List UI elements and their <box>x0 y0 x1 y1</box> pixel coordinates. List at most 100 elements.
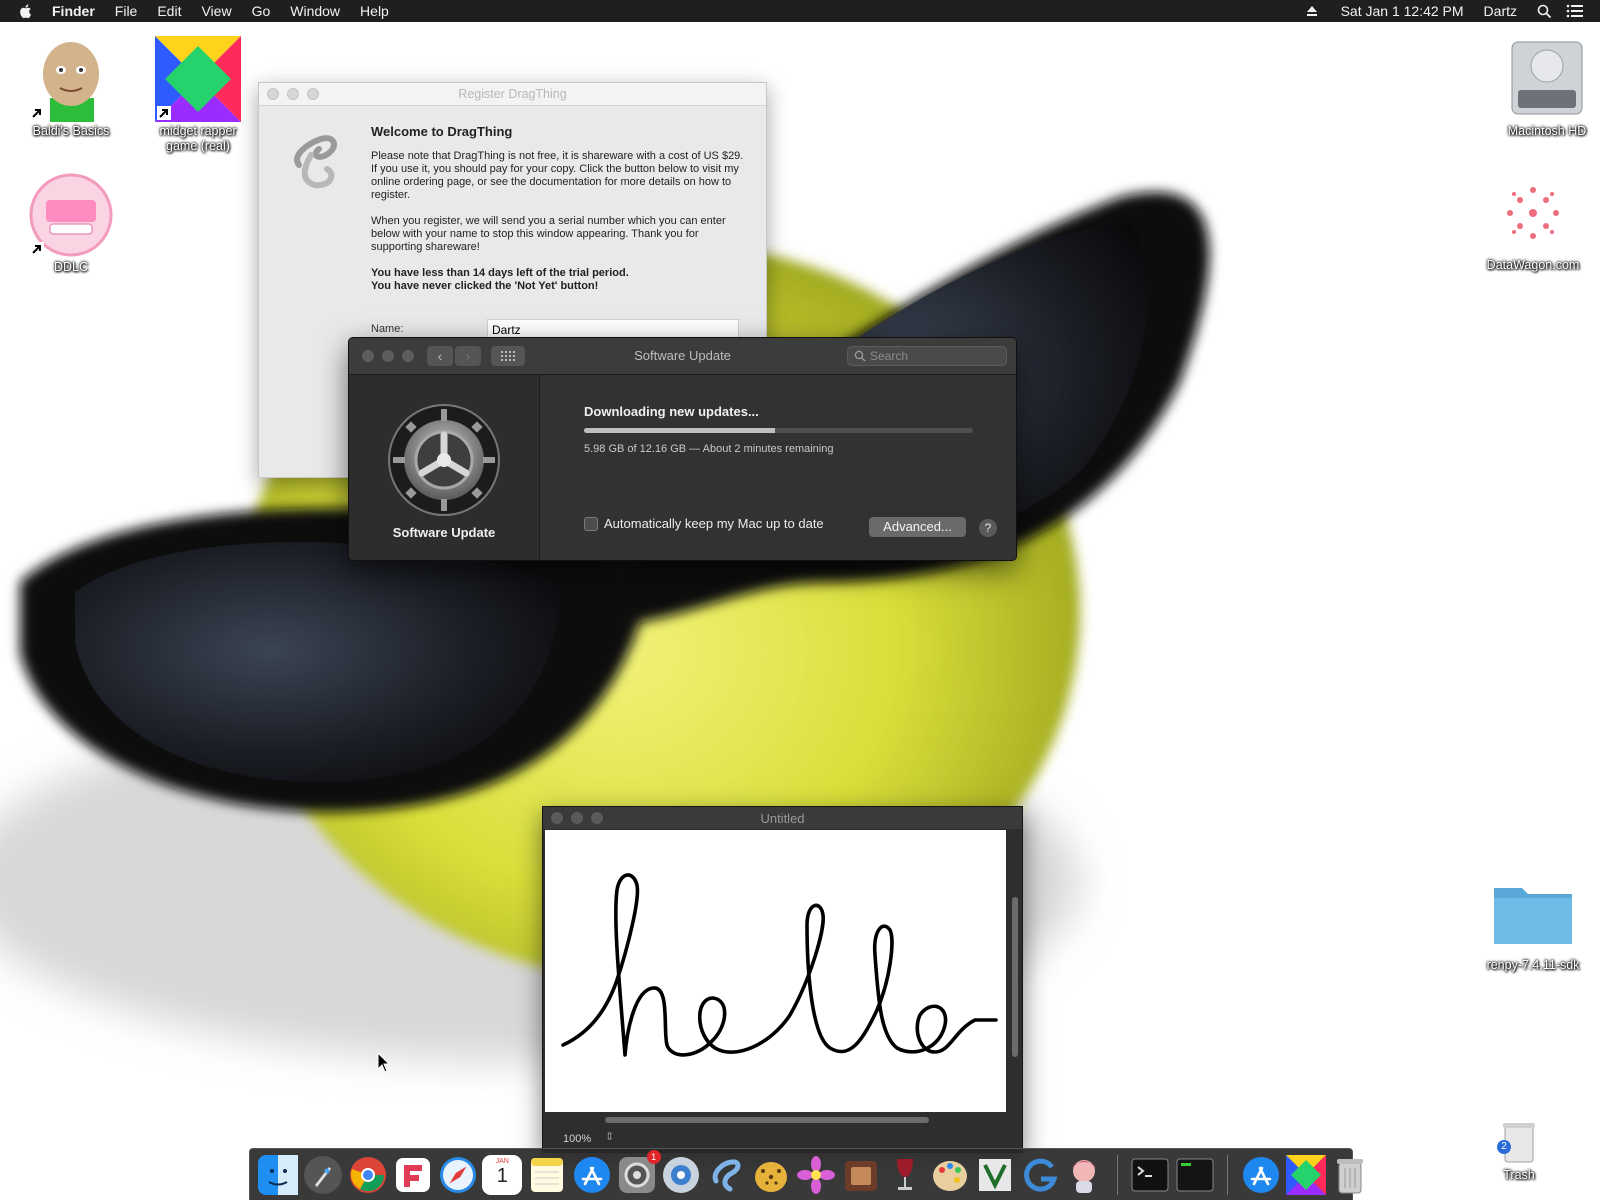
alias-arrow-icon <box>30 106 44 120</box>
menu-help[interactable]: Help <box>350 0 399 22</box>
ddlc-icon <box>28 172 114 258</box>
menu-go[interactable]: Go <box>242 0 281 22</box>
menu-app-name[interactable]: Finder <box>42 0 105 22</box>
progress-fill <box>584 428 775 433</box>
desktop-icon-baldi[interactable]: Baldi's Basics <box>16 36 126 139</box>
menu-window[interactable]: Window <box>280 0 350 22</box>
dock-separator <box>1227 1154 1229 1195</box>
notes-icon <box>531 1157 564 1192</box>
untitled-drawing-window[interactable]: Untitled 100% ⇕ <box>542 806 1023 1153</box>
auto-update-option[interactable]: Automatically keep my Mac up to date <box>584 516 824 531</box>
menu-file[interactable]: File <box>105 0 148 22</box>
dock-anime-app[interactable] <box>1064 1155 1104 1195</box>
vertical-scrollbar[interactable] <box>1012 897 1018 1057</box>
dock-console[interactable] <box>1175 1155 1215 1195</box>
auto-update-checkbox[interactable] <box>584 516 598 531</box>
register-heading: Welcome to DragThing <box>371 124 513 139</box>
dock-launchpad[interactable] <box>303 1155 343 1195</box>
window-title: Untitled <box>760 811 805 826</box>
desktop-icon-label: renpy-7.4.11-sdk <box>1486 958 1580 972</box>
dock-app-store[interactable] <box>572 1155 612 1195</box>
g-logo-icon <box>1023 1158 1058 1192</box>
desktop-icon-datawagon[interactable]: DataWagon.com <box>1478 170 1588 273</box>
photo-booth-icon <box>844 1160 877 1191</box>
dock-trash[interactable] <box>1330 1155 1370 1195</box>
desktop-icon-label: Baldi's Basics <box>32 124 110 138</box>
dock-photo-booth[interactable] <box>841 1155 881 1195</box>
window-titlebar[interactable]: Register DragThing <box>259 83 766 106</box>
desktop-icon-label: Trash <box>1503 1168 1535 1182</box>
apple-logo-icon[interactable] <box>18 3 34 19</box>
trash-count-badge: 2 <box>1497 1140 1511 1154</box>
paint-palette-icon <box>933 1160 968 1191</box>
window-titlebar[interactable]: ‹ › Software Update Search <box>349 338 1016 375</box>
dock-g-app[interactable] <box>1020 1155 1060 1195</box>
zoom-level[interactable]: 100% <box>563 1133 591 1145</box>
desktop-icon-midget-rapper[interactable]: midget rapper game (real) <box>143 36 253 154</box>
menu-user[interactable]: Dartz <box>1474 0 1527 22</box>
datawagon-icon <box>1490 170 1576 256</box>
app-store-icon <box>1242 1156 1279 1193</box>
folder-icon <box>1490 870 1576 956</box>
notification-center-icon[interactable] <box>1566 4 1584 18</box>
console-icon <box>1176 1158 1214 1191</box>
help-button[interactable]: ? <box>979 519 997 537</box>
dock-finder[interactable] <box>258 1154 299 1195</box>
dock-calendar[interactable]: JAN 1 <box>482 1154 523 1195</box>
desktop-icon-renpy-folder[interactable]: renpy-7.4.11-sdk <box>1478 870 1588 973</box>
chrome-icon <box>349 1156 386 1193</box>
dock-dragthing[interactable] <box>706 1155 746 1195</box>
dock-vim[interactable] <box>975 1155 1015 1195</box>
software-update-pane-sidebar: Software Update <box>349 375 540 560</box>
desktop-icon-macintosh-hd[interactable]: Macintosh HD <box>1492 36 1600 139</box>
wine-glass-icon <box>897 1158 914 1190</box>
minimize-button[interactable] <box>287 88 299 100</box>
dock-safari[interactable] <box>438 1155 478 1195</box>
dock-chrome[interactable] <box>348 1155 388 1195</box>
safari-compass-icon <box>439 1156 476 1193</box>
hard-drive-icon <box>1504 36 1590 122</box>
desktop-icon-label: midget rapper game (real) <box>159 124 237 153</box>
dock-migration-assistant[interactable] <box>661 1155 701 1195</box>
zoom-button[interactable] <box>307 88 319 100</box>
cheetah-icon <box>754 1161 787 1192</box>
horizontal-scrollbar[interactable] <box>605 1117 929 1123</box>
menu-edit[interactable]: Edit <box>147 0 191 22</box>
desktop-icon-ddlc[interactable]: DDLC <box>16 172 126 275</box>
alias-arrow-icon <box>30 242 44 256</box>
dock-terminal[interactable] <box>1130 1155 1170 1195</box>
dock-notes[interactable] <box>527 1155 567 1195</box>
dock: JAN 1 1 <box>249 1148 1364 1200</box>
dock-midget-rapper[interactable] <box>1285 1154 1326 1195</box>
trash-can-icon <box>1337 1158 1364 1193</box>
spotlight-search-icon[interactable] <box>1537 4 1552 19</box>
zoom-stepper-icon[interactable]: ⇕ <box>605 1130 614 1143</box>
dock-paint[interactable] <box>930 1155 970 1195</box>
register-paragraph-2: When you register, we will send you a se… <box>371 215 726 253</box>
dock-system-preferences[interactable]: 1 <box>617 1149 661 1195</box>
advanced-button[interactable]: Advanced... <box>869 517 966 537</box>
name-input[interactable]: Dartz <box>487 319 739 339</box>
window-titlebar[interactable]: Untitled <box>543 807 1022 829</box>
menu-clock[interactable]: Sat Jan 1 12:42 PM <box>1331 0 1474 22</box>
dock-flower-app[interactable] <box>796 1155 836 1195</box>
drawing-canvas[interactable] <box>545 830 1006 1112</box>
search-field[interactable]: Search <box>847 346 1007 366</box>
flower-icon <box>796 1155 835 1194</box>
dock-wine[interactable] <box>885 1155 925 1195</box>
dock-cheetah[interactable] <box>751 1155 791 1195</box>
trash-can-icon: 2 <box>1495 1118 1543 1166</box>
update-status: Downloading new updates... <box>584 404 759 419</box>
close-button[interactable] <box>267 88 279 100</box>
app-store-icon <box>573 1156 610 1193</box>
dock-app-store-downloads[interactable] <box>1241 1155 1281 1195</box>
desktop-icon-label: DataWagon.com <box>1486 258 1580 272</box>
search-icon <box>854 350 866 362</box>
software-update-window[interactable]: ‹ › Software Update Search Software Upda… <box>348 337 1017 561</box>
dock-flashcard[interactable] <box>393 1155 433 1195</box>
dock-separator <box>1116 1154 1118 1195</box>
menu-view[interactable]: View <box>191 0 241 22</box>
desktop-icon-trash[interactable]: 2 Trash <box>1464 1118 1574 1183</box>
desktop-icon-label: DDLC <box>53 260 89 274</box>
eject-icon[interactable] <box>1305 4 1319 18</box>
